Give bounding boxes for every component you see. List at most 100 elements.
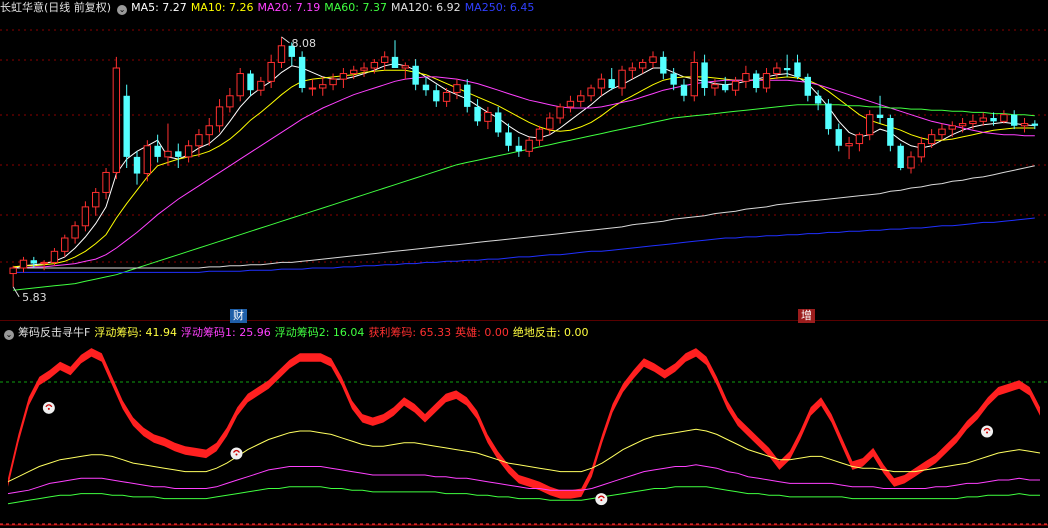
candle bbox=[794, 54, 801, 80]
indicator-line bbox=[7, 486, 1040, 505]
candle bbox=[247, 70, 254, 96]
candle bbox=[102, 168, 110, 200]
candle bbox=[638, 59, 647, 74]
candle bbox=[81, 201, 90, 232]
main-chart-header: 长虹华意(日线 前复权) ⌄ MA5: 7.27 MA10: 7.26 MA20: 7.… bbox=[0, 0, 542, 16]
stock-title: 长虹华意(日线 前复权) bbox=[0, 1, 112, 14]
candle bbox=[690, 51, 698, 102]
candle bbox=[1000, 110, 1008, 124]
ma-legend-item: MA10: 7.26 bbox=[190, 1, 254, 14]
candle bbox=[556, 103, 564, 124]
candle bbox=[175, 143, 182, 168]
candle bbox=[495, 106, 502, 137]
low-price-label: 5.83 bbox=[22, 291, 47, 304]
signal-icon bbox=[981, 425, 994, 438]
candle bbox=[154, 134, 161, 163]
candle bbox=[257, 76, 265, 96]
candle bbox=[969, 114, 977, 130]
ma-legend-item: MA250: 6.45 bbox=[464, 1, 535, 14]
indicator-legend-item: 浮动筹码1: 25.96 bbox=[181, 326, 271, 339]
candle bbox=[773, 62, 781, 80]
candle bbox=[597, 73, 606, 96]
signal-icon bbox=[595, 493, 608, 506]
candle bbox=[277, 36, 286, 68]
ma-legend-item: MA5: 7.27 bbox=[131, 1, 187, 14]
indicator-legend-item: 绝地反击: 0.00 bbox=[512, 326, 589, 339]
candle bbox=[897, 143, 904, 171]
candle bbox=[762, 68, 771, 93]
signal-icon bbox=[42, 401, 55, 414]
candle bbox=[164, 123, 172, 166]
candle bbox=[329, 73, 337, 91]
ma-legend-item: MA60: 7.37 bbox=[324, 1, 387, 14]
indicator-legend-item: 浮动筹码: 41.94 bbox=[94, 326, 178, 339]
candle bbox=[1011, 110, 1018, 130]
candle bbox=[412, 59, 419, 91]
candle bbox=[958, 118, 967, 133]
ma-line-ma20 bbox=[13, 76, 1035, 269]
indicator-legend: 浮动筹码: 41.94 浮动筹码1: 25.96 浮动筹码2: 16.04 获利筹码:… bbox=[94, 326, 592, 339]
candle bbox=[546, 112, 554, 135]
candle bbox=[298, 51, 306, 93]
candle bbox=[515, 136, 523, 157]
indicator-legend-item: 英雄: 0.00 bbox=[455, 326, 509, 339]
candle bbox=[1020, 118, 1029, 133]
candle bbox=[618, 65, 626, 96]
candle bbox=[226, 88, 234, 113]
candle bbox=[855, 132, 864, 152]
ma-legend-item: MA120: 6.92 bbox=[390, 1, 461, 14]
indicator-title: 筹码反击寻牛F bbox=[18, 326, 91, 339]
stock-chart-window: 8.08 5.83 长虹华意(日线 前复权) ⌄ MA5: 7.27 MA10: 7.2… bbox=[0, 0, 1048, 528]
candle bbox=[133, 151, 141, 185]
indicator-chart bbox=[0, 348, 1048, 526]
candle bbox=[123, 84, 130, 168]
ma-legend: MA5: 7.27 MA10: 7.26 MA20: 7.19 MA60: 7.37 M… bbox=[131, 1, 538, 14]
candle bbox=[917, 136, 926, 163]
candle bbox=[391, 40, 399, 68]
candle bbox=[927, 129, 936, 148]
profit-chip-band bbox=[8, 348, 1040, 499]
candle bbox=[19, 256, 28, 273]
candle bbox=[938, 123, 946, 141]
high-pointer bbox=[281, 36, 290, 44]
candle bbox=[649, 51, 657, 68]
candle bbox=[701, 54, 708, 96]
candle bbox=[71, 221, 79, 244]
candle bbox=[680, 79, 688, 102]
candle bbox=[753, 70, 760, 93]
candle bbox=[835, 123, 842, 152]
candle bbox=[464, 79, 471, 113]
candle bbox=[660, 51, 667, 80]
candle bbox=[339, 68, 348, 88]
candle bbox=[380, 51, 389, 71]
candle bbox=[236, 68, 244, 102]
candle bbox=[907, 151, 915, 174]
ma-line-ma120 bbox=[13, 165, 1035, 269]
candle bbox=[422, 76, 430, 96]
candle bbox=[215, 99, 224, 133]
candle bbox=[628, 62, 637, 80]
indicator-legend-item: 浮动筹码2: 16.04 bbox=[274, 326, 365, 339]
candle bbox=[845, 136, 853, 160]
candle bbox=[484, 106, 492, 130]
indicator-header: ⌄ 筹码反击寻牛F 浮动筹码: 41.94 浮动筹码1: 25.96 浮动筹码2: 16… bbox=[0, 325, 597, 341]
candle bbox=[184, 140, 193, 163]
candle bbox=[112, 56, 121, 180]
event-marker-increase[interactable]: 增 bbox=[798, 309, 815, 323]
chevron-down-icon[interactable]: ⌄ bbox=[4, 330, 14, 340]
candle bbox=[474, 99, 481, 126]
ma-legend-item: MA20: 7.19 bbox=[257, 1, 321, 14]
event-marker-finance[interactable]: 财 bbox=[230, 309, 247, 323]
candle bbox=[814, 90, 822, 111]
candle bbox=[587, 84, 595, 102]
candle bbox=[61, 234, 69, 257]
candle bbox=[742, 65, 750, 88]
candle bbox=[535, 125, 544, 146]
candle bbox=[308, 79, 317, 96]
candle bbox=[866, 110, 874, 141]
candle bbox=[319, 76, 327, 96]
chevron-down-icon[interactable]: ⌄ bbox=[117, 5, 128, 15]
candle bbox=[825, 99, 832, 135]
candle bbox=[979, 112, 987, 126]
candle bbox=[887, 114, 894, 152]
